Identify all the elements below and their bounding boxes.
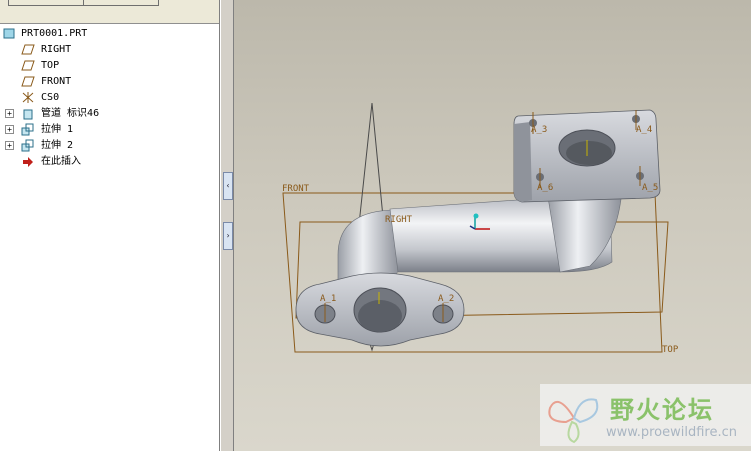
- model-tree-panel: PRT0001.PRT RIGHT TOP FRONT CS0 + 管道 标识4…: [0, 0, 220, 451]
- axis-label-a4[interactable]: A_4: [636, 125, 652, 135]
- datum-plane-icon: [21, 60, 35, 71]
- tree-item-root[interactable]: PRT0001.PRT: [3, 26, 87, 41]
- watermark-url: www.proewildfire.cn: [606, 425, 737, 440]
- datum-label-top[interactable]: TOP: [662, 345, 679, 355]
- datum-plane-icon: [21, 44, 35, 55]
- tree-item-label: 管道 标识46: [41, 108, 100, 119]
- extrude-icon: [21, 123, 34, 136]
- tree-item-front[interactable]: FRONT: [21, 74, 71, 89]
- axis-label-a5[interactable]: A_5: [642, 183, 658, 193]
- datum-plane-icon: [21, 76, 35, 87]
- coordinate-system-icon: [22, 92, 34, 103]
- tree-item-top[interactable]: TOP: [21, 58, 59, 73]
- datum-label-right[interactable]: RIGHT: [385, 215, 413, 225]
- tree-item-label: RIGHT: [41, 44, 72, 55]
- lower-flange[interactable]: [295, 272, 465, 347]
- axis-label-a3[interactable]: A_3: [531, 125, 547, 135]
- tree-item-label: TOP: [41, 60, 60, 71]
- expand-toggle[interactable]: +: [5, 125, 14, 134]
- tree-item-extrude-1[interactable]: 拉伸 1: [21, 122, 73, 137]
- tree-item-label: 在此插入: [41, 156, 82, 167]
- panel-tab-button[interactable]: [8, 0, 84, 6]
- insert-here-arrow-icon: [23, 156, 33, 167]
- pipe-feature-icon: [23, 109, 33, 119]
- tree-item-right[interactable]: RIGHT: [21, 42, 71, 57]
- collapse-panel-button[interactable]: ‹: [223, 172, 233, 200]
- part-icon: [3, 28, 15, 39]
- extrude-icon: [21, 139, 34, 152]
- butterfly-logo-icon: [548, 398, 599, 444]
- tree-item-label: 拉伸 1: [41, 124, 74, 135]
- tree-item-insert-here[interactable]: 在此插入: [21, 154, 81, 169]
- tree-item-label: PRT0001.PRT: [21, 28, 88, 39]
- panel-tab-button[interactable]: [83, 0, 159, 6]
- panel-splitter[interactable]: ‹ ›: [220, 0, 234, 451]
- tree-item-label: CS0: [41, 92, 60, 103]
- axis-label-a6[interactable]: A_6: [537, 183, 553, 193]
- tree-item-label: 拉伸 2: [41, 140, 74, 151]
- forum-watermark: 野火论坛 www.proewildfire.cn: [540, 384, 751, 446]
- axis-label-a2[interactable]: A_2: [438, 294, 454, 304]
- expand-toggle[interactable]: +: [5, 141, 14, 150]
- watermark-title: 野火论坛: [610, 396, 714, 424]
- tree-item-label: FRONT: [41, 76, 72, 87]
- panel-tab-strip: [0, 0, 219, 24]
- tree-item-cs0[interactable]: CS0: [21, 90, 59, 105]
- expand-panel-button[interactable]: ›: [223, 222, 233, 250]
- axis-label-a1[interactable]: A_1: [320, 294, 336, 304]
- datum-label-front[interactable]: FRONT: [282, 184, 310, 194]
- tree-item-pipe[interactable]: 管道 标识46: [21, 106, 99, 121]
- tree-item-extrude-2[interactable]: 拉伸 2: [21, 138, 73, 153]
- expand-toggle[interactable]: +: [5, 109, 14, 118]
